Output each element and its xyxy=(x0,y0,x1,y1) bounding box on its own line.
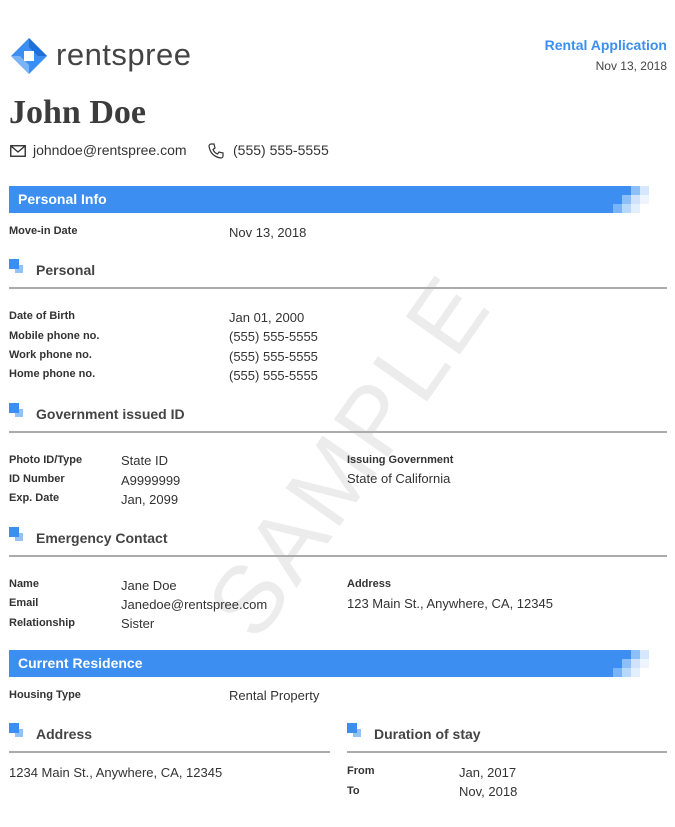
duration-from-label: From xyxy=(347,765,375,777)
emergency-address-value: 123 Main St., Anywhere, CA, 12345 xyxy=(347,596,553,611)
mobile-phone-label: Mobile phone no. xyxy=(9,330,100,342)
brand-name: rentspree xyxy=(56,37,192,72)
applicant-name: John Doe xyxy=(9,94,146,131)
duration-section-title: Duration of stay xyxy=(374,726,481,742)
housing-type-label: Housing Type xyxy=(9,689,81,701)
exp-date-value: Jan, 2099 xyxy=(121,492,179,507)
emergency-email-value: Janedoe@rentspree.com xyxy=(121,597,268,612)
mail-icon xyxy=(10,145,26,157)
document-title: Rental Application xyxy=(544,37,667,53)
section-square-icon xyxy=(9,403,23,417)
relationship-value: Sister xyxy=(121,616,155,631)
mobile-phone-value: (555) 555-5555 xyxy=(229,329,318,344)
dob-label: Date of Birth xyxy=(9,310,75,322)
government-id-title: Government issued ID xyxy=(36,406,185,422)
personal-section-title: Personal xyxy=(36,262,96,278)
dob-value: Jan 01, 2000 xyxy=(229,310,305,325)
government-id-rule xyxy=(9,431,667,433)
work-phone-label: Work phone no. xyxy=(9,349,92,361)
section-square-icon xyxy=(9,527,23,541)
housing-type-value: Rental Property xyxy=(229,688,320,703)
current-residence-title: Current Residence xyxy=(18,655,143,671)
id-number-value: A9999999 xyxy=(121,473,181,488)
address-section-title: Address xyxy=(36,726,93,742)
applicant-phone[interactable]: (555) 555-5555 xyxy=(233,142,329,158)
home-phone-value: (555) 555-5555 xyxy=(229,368,318,383)
duration-from-value: Jan, 2017 xyxy=(459,765,517,780)
move-in-value: Nov 13, 2018 xyxy=(229,225,307,240)
duration-to-label: To xyxy=(347,785,360,797)
move-in-label: Move-in Date xyxy=(9,225,78,237)
personal-section-rule xyxy=(9,287,667,289)
issuing-government-value: State of California xyxy=(347,471,451,486)
duration-section-rule xyxy=(347,751,667,753)
relationship-label: Relationship xyxy=(9,617,76,629)
personal-info-title: Personal Info xyxy=(18,191,107,207)
work-phone-value: (555) 555-5555 xyxy=(229,349,318,364)
emergency-name-label: Name xyxy=(9,578,39,590)
band-pixel-fade xyxy=(607,650,667,677)
section-square-icon xyxy=(9,259,23,273)
photo-id-label: Photo ID/Type xyxy=(9,454,83,466)
contact-row: johndoe@rentspree.com (555) 555-5555 xyxy=(9,141,409,161)
current-residence-band: Current Residence xyxy=(9,650,667,677)
emergency-address-label: Address xyxy=(347,578,392,590)
section-square-icon xyxy=(347,723,361,737)
duration-to-value: Nov, 2018 xyxy=(459,784,518,799)
id-number-label: ID Number xyxy=(9,473,65,485)
section-square-icon xyxy=(9,723,23,737)
issuing-government-label: Issuing Government xyxy=(347,454,454,466)
emergency-email-label: Email xyxy=(9,597,39,609)
band-pixel-fade xyxy=(607,186,667,213)
personal-info-band: Personal Info xyxy=(9,186,667,213)
applicant-email[interactable]: johndoe@rentspree.com xyxy=(33,142,187,158)
exp-date-label: Exp. Date xyxy=(9,492,60,504)
emergency-contact-title: Emergency Contact xyxy=(36,530,168,546)
residence-address-value: 1234 Main St., Anywhere, CA, 12345 xyxy=(9,765,223,780)
rentspree-logo: rentspree xyxy=(9,36,209,76)
photo-id-value: State ID xyxy=(121,453,168,468)
document-date: Nov 13, 2018 xyxy=(595,59,667,73)
rentspree-logo-icon xyxy=(11,38,47,74)
address-section-rule xyxy=(9,751,330,753)
phone-icon xyxy=(208,143,224,159)
emergency-name-value: Jane Doe xyxy=(121,578,177,593)
emergency-contact-rule xyxy=(9,555,667,557)
home-phone-label: Home phone no. xyxy=(9,368,96,380)
